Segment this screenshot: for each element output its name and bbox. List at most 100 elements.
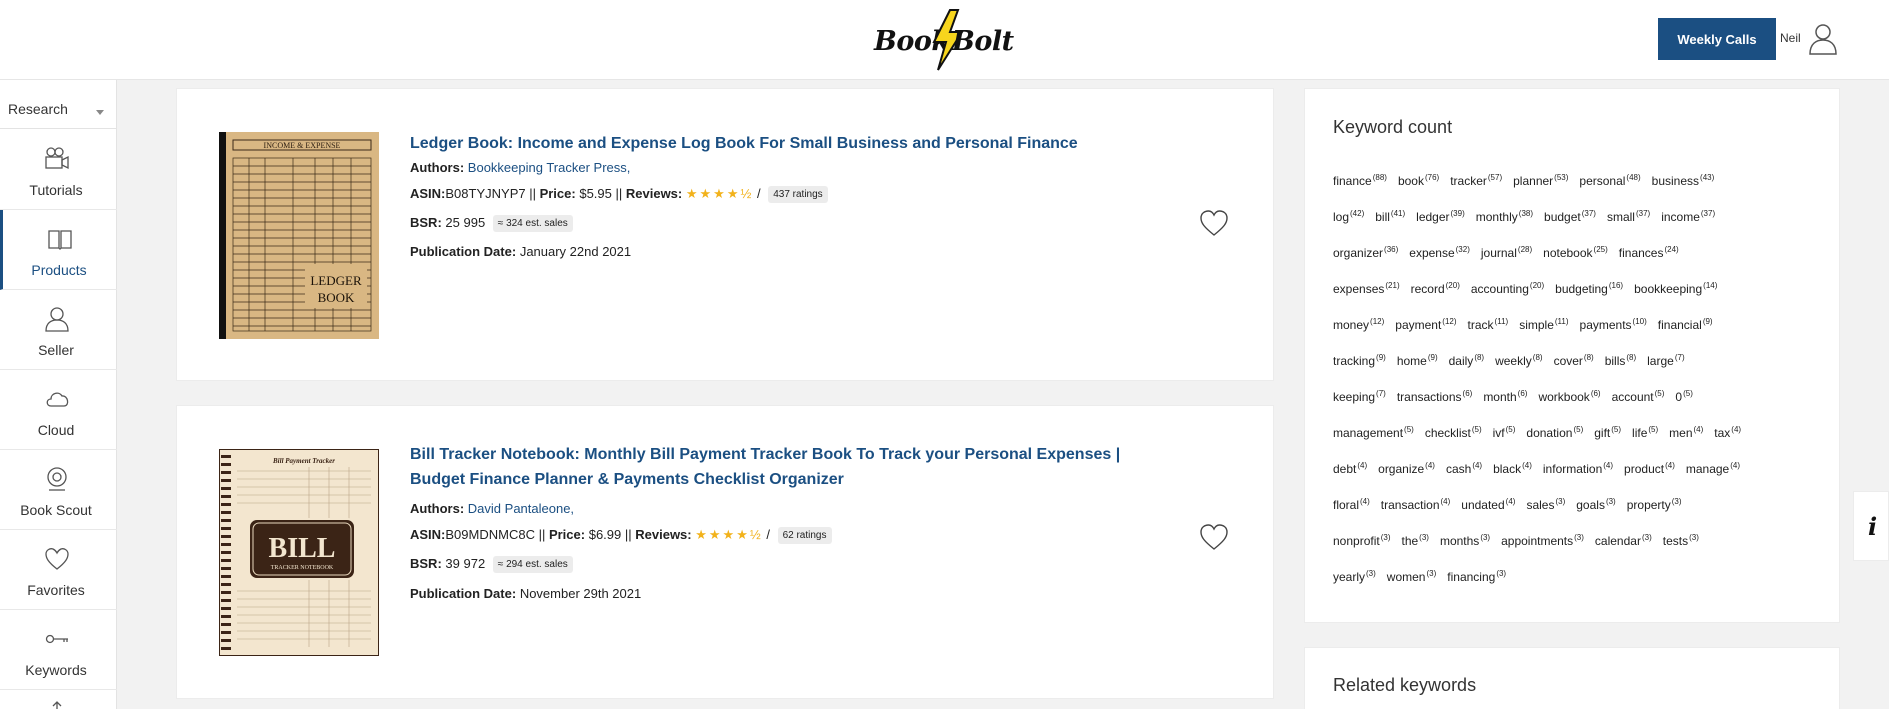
keyword-item[interactable]: account(5) [1612, 387, 1665, 423]
keyword-item[interactable]: life(5) [1632, 423, 1658, 459]
keyword-item[interactable]: financing(3) [1447, 567, 1506, 603]
keyword-item[interactable]: simple(11) [1519, 315, 1568, 351]
keyword-item[interactable]: yearly(3) [1333, 567, 1376, 603]
keyword-item[interactable]: business(43) [1652, 171, 1715, 207]
keyword-item[interactable]: track(11) [1468, 315, 1509, 351]
keyword-item[interactable]: manage(4) [1686, 459, 1740, 495]
keyword-item[interactable]: 0(5) [1675, 387, 1692, 423]
keyword-item[interactable]: expenses(21) [1333, 279, 1400, 315]
keyword-item[interactable]: goals(3) [1576, 495, 1615, 531]
keyword-item[interactable]: expense(32) [1409, 243, 1470, 279]
book-title-link[interactable]: Ledger Book: Income and Expense Log Book… [410, 131, 1078, 156]
keyword-row: management(5) checklist(5) ivf(5) donation(… [1333, 423, 1823, 459]
info-tab[interactable]: i [1853, 491, 1889, 561]
weekly-calls-button[interactable]: Weekly Calls [1658, 18, 1776, 60]
keyword-item[interactable]: tracking(9) [1333, 351, 1386, 387]
keyword-item[interactable]: information(4) [1543, 459, 1613, 495]
keyword-item[interactable]: bills(8) [1605, 351, 1636, 387]
keyword-item[interactable]: book(76) [1398, 171, 1439, 207]
keyword-item[interactable]: finance(88) [1333, 171, 1387, 207]
keyword-item[interactable]: debt(4) [1333, 459, 1367, 495]
keyword-item[interactable]: personal(48) [1579, 171, 1640, 207]
keyword-item[interactable]: undated(4) [1461, 495, 1515, 531]
keyword-item[interactable]: transaction(4) [1381, 495, 1450, 531]
keyword-item[interactable]: journal(28) [1481, 243, 1532, 279]
keyword-item[interactable]: finances(24) [1619, 243, 1679, 279]
keyword-item[interactable]: budget(37) [1544, 207, 1596, 243]
keyword-word: nonprofit [1333, 534, 1380, 548]
author-link[interactable]: David Pantaleone, [468, 501, 574, 516]
mode-select[interactable]: Research [0, 89, 117, 129]
keyword-item[interactable]: cover(8) [1554, 351, 1594, 387]
keyword-item[interactable]: payment(12) [1395, 315, 1456, 351]
sidebar-item-seller[interactable]: Seller [0, 290, 117, 370]
keyword-item[interactable]: money(12) [1333, 315, 1384, 351]
book-cover-image[interactable]: Bill Payment Tracker BILL TRACKER NOTEBO… [219, 449, 379, 656]
keyword-item[interactable]: product(4) [1624, 459, 1675, 495]
sidebar-item-more[interactable] [0, 690, 117, 709]
favorite-heart-icon[interactable] [1199, 523, 1229, 551]
sidebar-item-book-scout[interactable]: Book Scout [0, 450, 117, 530]
keyword-item[interactable]: bill(41) [1375, 207, 1405, 243]
sidebar-item-products[interactable]: Products [0, 210, 117, 290]
keyword-item[interactable]: ivf(5) [1493, 423, 1516, 459]
keyword-item[interactable]: keeping(7) [1333, 387, 1386, 423]
keyword-item[interactable]: budgeting(16) [1555, 279, 1623, 315]
keyword-item[interactable]: floral(4) [1333, 495, 1370, 531]
keyword-item[interactable]: checklist(5) [1425, 423, 1482, 459]
keyword-item[interactable]: monthly(38) [1476, 207, 1533, 243]
keyword-item[interactable]: home(9) [1397, 351, 1438, 387]
keyword-item[interactable]: calendar(3) [1595, 531, 1652, 567]
sidebar-item-tutorials[interactable]: Tutorials [0, 130, 117, 210]
keyword-item[interactable]: weekly(8) [1495, 351, 1542, 387]
keyword-item[interactable]: black(4) [1493, 459, 1532, 495]
keyword-item[interactable]: men(4) [1669, 423, 1703, 459]
keyword-item[interactable]: sales(3) [1526, 495, 1565, 531]
keyword-item[interactable]: management(5) [1333, 423, 1414, 459]
reviews-label: Reviews: [635, 527, 692, 542]
keyword-item[interactable]: accounting(20) [1471, 279, 1544, 315]
keyword-item[interactable]: property(3) [1627, 495, 1682, 531]
keyword-item[interactable]: financial(9) [1658, 315, 1713, 351]
keyword-item[interactable]: ledger(39) [1416, 207, 1465, 243]
keyword-item[interactable]: bookkeeping(14) [1634, 279, 1717, 315]
keyword-item[interactable]: cash(4) [1446, 459, 1482, 495]
keyword-item[interactable]: women(3) [1387, 567, 1436, 603]
sidebar-item-favorites[interactable]: Favorites [0, 530, 117, 610]
keyword-item[interactable]: small(37) [1607, 207, 1650, 243]
keyword-item[interactable]: month(6) [1483, 387, 1527, 423]
keyword-item[interactable]: tracker(57) [1450, 171, 1502, 207]
bookbolt-logo[interactable]: Book Bolt [874, 8, 1024, 72]
keyword-item[interactable]: payments(10) [1580, 315, 1647, 351]
keyword-item[interactable]: appointments(3) [1501, 531, 1584, 567]
keyword-item[interactable]: gift(5) [1594, 423, 1621, 459]
keyword-item[interactable]: log(42) [1333, 207, 1364, 243]
keyword-item[interactable]: transactions(6) [1397, 387, 1472, 423]
keyword-item[interactable]: notebook(25) [1543, 243, 1608, 279]
user-name[interactable]: Neil [1780, 31, 1801, 45]
keyword-item[interactable]: workbook(6) [1538, 387, 1600, 423]
favorite-heart-icon[interactable] [1199, 209, 1229, 237]
keyword-item[interactable]: organizer(36) [1333, 243, 1398, 279]
user-avatar-icon[interactable] [1808, 22, 1838, 56]
keyword-item[interactable]: tax(4) [1714, 423, 1741, 459]
sidebar-item-keywords[interactable]: Keywords [0, 610, 117, 690]
sidebar-item-cloud[interactable]: Cloud [0, 370, 117, 450]
keyword-item[interactable]: nonprofit(3) [1333, 531, 1390, 567]
keyword-item[interactable]: daily(8) [1449, 351, 1484, 387]
keyword-item[interactable]: record(20) [1411, 279, 1460, 315]
keyword-item[interactable]: income(37) [1661, 207, 1715, 243]
author-link[interactable]: Bookkeeping Tracker Press, [468, 160, 631, 175]
book-cover-image[interactable]: INCOME & EXPENSE LEDGER BOOK [219, 132, 379, 339]
keyword-item[interactable]: donation(5) [1526, 423, 1583, 459]
keyword-item[interactable]: planner(53) [1513, 171, 1568, 207]
keyword-item[interactable]: tests(3) [1663, 531, 1699, 567]
keyword-item[interactable]: the(3) [1401, 531, 1428, 567]
keyword-item[interactable]: organize(4) [1378, 459, 1435, 495]
book-title-link[interactable]: Bill Tracker Notebook: Monthly Bill Paym… [410, 442, 1120, 492]
keyword-word: payment [1395, 318, 1442, 332]
keyword-word: personal [1579, 174, 1626, 188]
keyword-item[interactable]: large(7) [1647, 351, 1684, 387]
keyword-item[interactable]: months(3) [1440, 531, 1490, 567]
keyword-word: large [1647, 354, 1674, 368]
